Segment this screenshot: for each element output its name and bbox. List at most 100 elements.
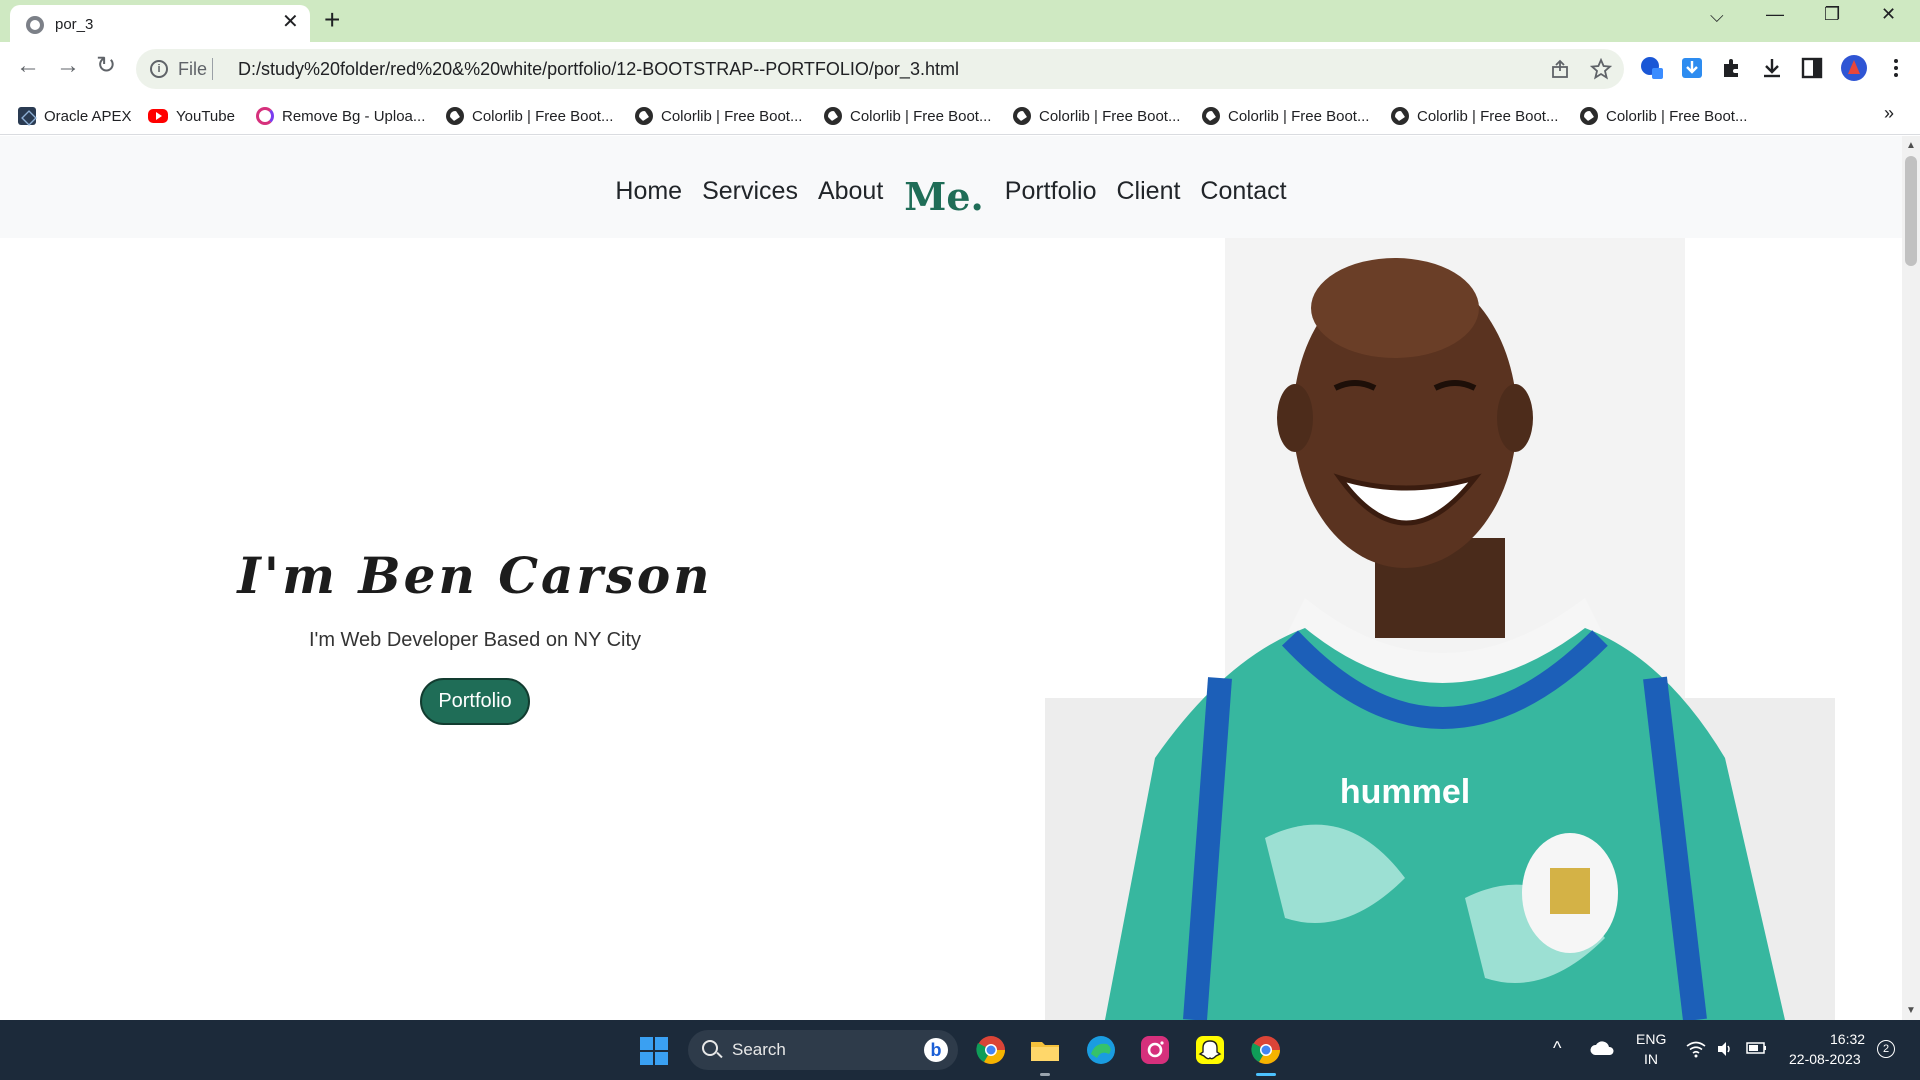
bookmark-colorlib[interactable]: Colorlib | Free Boot... [446, 105, 613, 127]
profile-avatar-icon[interactable] [1840, 54, 1868, 82]
more-bookmarks-icon[interactable]: » [1884, 103, 1894, 124]
taskbar-search[interactable]: Search b [688, 1030, 958, 1070]
nav-about[interactable]: About [818, 169, 883, 206]
battery-icon[interactable] [1746, 1040, 1768, 1056]
globe-icon [1580, 107, 1598, 125]
youtube-icon [148, 109, 168, 123]
globe-icon [635, 107, 653, 125]
hero-subtitle: I'm Web Developer Based on NY City [308, 629, 642, 651]
globe-icon [1391, 107, 1409, 125]
bookmark-colorlib[interactable]: Colorlib | Free Boot... [1391, 105, 1558, 127]
jersey-text: hummel [1340, 773, 1470, 811]
region-code[interactable]: IN [1644, 1051, 1658, 1067]
scrollbar-thumb[interactable] [1905, 156, 1917, 266]
bookmark-colorlib[interactable]: Colorlib | Free Boot... [635, 105, 802, 127]
hero-section: I'm Ben Carson I'm Web Developer Based o… [130, 546, 820, 725]
nav-services[interactable]: Services [702, 169, 798, 206]
share-icon[interactable] [1550, 59, 1570, 79]
browser-toolbar: ← → ↻ i File D:/study%20folder/red%20&%2… [0, 42, 1920, 97]
brand-text: Me [904, 173, 971, 219]
nav-client[interactable]: Client [1117, 169, 1181, 206]
menu-icon[interactable] [1884, 56, 1908, 80]
bookmark-colorlib[interactable]: Colorlib | Free Boot... [1013, 105, 1180, 127]
download-icon[interactable] [1760, 56, 1784, 80]
reload-button[interactable]: ↻ [96, 54, 116, 78]
site-navbar: Home Services About Me. Portfolio Client… [0, 136, 1902, 238]
tab-title: por_3 [55, 16, 94, 33]
back-button[interactable]: ← [16, 54, 40, 78]
star-icon[interactable] [1590, 58, 1612, 80]
volume-icon[interactable] [1716, 1040, 1734, 1058]
hero-title: I'm Ben Carson [237, 546, 713, 605]
chrome-icon[interactable] [975, 1034, 1007, 1066]
scheme-label: File [178, 59, 208, 79]
url-text[interactable]: D:/study%20folder/red%20&%20white/portfo… [226, 59, 959, 80]
forward-button[interactable]: → [56, 54, 80, 78]
notification-badge[interactable]: 2 [1877, 1040, 1895, 1058]
bookmark-label: Colorlib | Free Boot... [1039, 107, 1181, 125]
bookmark-oracle-apex[interactable]: Oracle APEX [18, 105, 132, 127]
portfolio-button[interactable]: Portfolio [420, 678, 530, 725]
nav-links: Home Services About Me. Portfolio Client… [0, 136, 1902, 238]
apex-icon [18, 107, 36, 125]
windows-taskbar: Search b ^ ENG IN 16:32 22-08-2023 2 [0, 1020, 1920, 1080]
globe-icon [446, 107, 464, 125]
instagram-icon[interactable] [1139, 1034, 1171, 1066]
edge-icon[interactable] [1085, 1034, 1117, 1066]
bookmark-label: Colorlib | Free Boot... [472, 107, 614, 125]
hero-portrait-image: hummel [1045, 238, 1835, 1020]
bookmark-label: Oracle APEX [44, 107, 132, 125]
removebg-icon [256, 107, 274, 125]
close-window-button[interactable]: ✕ [1881, 4, 1896, 25]
nav-home[interactable]: Home [615, 169, 682, 206]
brand-dot: . [970, 173, 984, 219]
globe-icon [824, 107, 842, 125]
bookmark-label: YouTube [176, 107, 235, 125]
bookmark-colorlib[interactable]: Colorlib | Free Boot... [824, 105, 991, 127]
page-viewport: Home Services About Me. Portfolio Client… [0, 136, 1902, 1020]
browser-titlebar: por_3 ✕ + ⌵ — ❐ ✕ [0, 0, 1920, 42]
nav-portfolio[interactable]: Portfolio [1005, 169, 1097, 206]
site-info-icon[interactable]: i [150, 60, 168, 78]
globe-icon [26, 16, 44, 34]
address-bar[interactable]: i File D:/study%20folder/red%20&%20white… [136, 49, 1624, 89]
search-icon [702, 1040, 718, 1056]
clock-date[interactable]: 22-08-2023 [1789, 1051, 1861, 1067]
scroll-up-icon[interactable]: ▲ [1906, 140, 1916, 151]
address-divider [212, 58, 213, 80]
bing-icon[interactable]: b [924, 1038, 948, 1062]
minimize-button[interactable]: — [1766, 4, 1784, 25]
scroll-down-icon[interactable]: ▼ [1906, 1005, 1916, 1016]
download-arrow-icon[interactable] [1680, 56, 1704, 80]
page-scrollbar[interactable]: ▲ ▼ [1902, 136, 1920, 1020]
puzzle-icon[interactable] [1720, 56, 1744, 80]
brand-logo[interactable]: Me. [904, 156, 983, 219]
chevron-up-icon[interactable]: ^ [1553, 1038, 1561, 1059]
windows-start-icon[interactable] [640, 1037, 668, 1065]
running-indicator [1040, 1073, 1050, 1076]
nav-contact[interactable]: Contact [1200, 169, 1286, 206]
snapchat-icon[interactable] [1194, 1034, 1226, 1066]
globe-icon [1202, 107, 1220, 125]
bookmark-colorlib[interactable]: Colorlib | Free Boot... [1202, 105, 1369, 127]
file-explorer-icon[interactable] [1029, 1034, 1061, 1066]
clock-time[interactable]: 16:32 [1830, 1031, 1865, 1047]
wifi-icon[interactable] [1686, 1040, 1706, 1058]
side-panel-icon[interactable] [1800, 56, 1824, 80]
onedrive-icon[interactable] [1590, 1040, 1614, 1056]
bookmark-label: Colorlib | Free Boot... [1228, 107, 1370, 125]
language-code[interactable]: ENG [1636, 1031, 1666, 1047]
bookmark-remove-bg[interactable]: Remove Bg - Uploa... [256, 105, 425, 127]
extension-a-icon[interactable] [1640, 56, 1664, 80]
tab-search-icon[interactable]: ⌵ [1710, 6, 1724, 27]
restore-button[interactable]: ❐ [1824, 4, 1840, 25]
search-label: Search [732, 1040, 786, 1059]
browser-tab[interactable]: por_3 ✕ [10, 5, 310, 42]
new-tab-button[interactable]: + [324, 6, 340, 34]
bookmark-colorlib[interactable]: Colorlib | Free Boot... [1580, 105, 1747, 127]
bookmarks-bar: Oracle APEX YouTube Remove Bg - Uploa...… [0, 97, 1920, 135]
chrome-active-icon[interactable] [1250, 1034, 1282, 1066]
close-tab-icon[interactable]: ✕ [282, 12, 299, 32]
bookmark-label: Colorlib | Free Boot... [661, 107, 803, 125]
bookmark-youtube[interactable]: YouTube [148, 105, 235, 127]
